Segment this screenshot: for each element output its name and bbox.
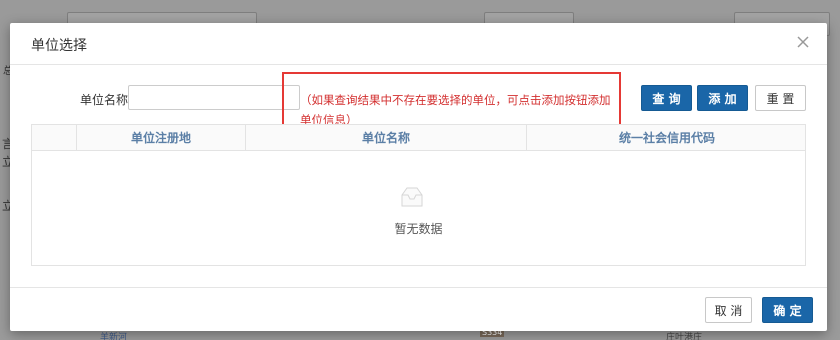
- empty-state-text: 暂无数据: [394, 222, 443, 236]
- unit-name-label: 单位名称: [80, 93, 129, 107]
- reset-button[interactable]: 重 置: [755, 85, 806, 111]
- dialog-title: 单位选择: [31, 38, 87, 54]
- table-header: 单位注册地 单位名称 统一社会信用代码: [32, 125, 805, 151]
- column-header: 统一社会信用代码: [526, 125, 807, 151]
- close-icon[interactable]: [795, 34, 811, 50]
- hint-text: （如果查询结果中不存在要选择的单位，可点击添加按钮添加单位信息）: [300, 93, 611, 127]
- dialog-header: 单位选择: [10, 23, 827, 65]
- cancel-button[interactable]: 取 消: [705, 297, 752, 323]
- column-header: 单位名称: [245, 125, 526, 151]
- add-button[interactable]: 添 加: [697, 85, 748, 111]
- empty-inbox-icon: [401, 187, 423, 207]
- unit-name-input[interactable]: [128, 85, 300, 110]
- dialog-footer: 取 消 确 定: [10, 287, 827, 331]
- hint-highlight-box: （如果查询结果中不存在要选择的单位，可点击添加按钮添加单位信息）: [282, 72, 621, 127]
- map-label: 庄叶港庄: [666, 333, 703, 340]
- map-label: 羊新河: [100, 333, 128, 340]
- query-button[interactable]: 查 询: [641, 85, 692, 111]
- column-header: 单位注册地: [76, 125, 245, 151]
- unit-select-dialog: 单位选择 单位名称 （如果查询结果中不存在要选择的单位，可点击添加按钮添加单位信…: [10, 23, 827, 331]
- confirm-button[interactable]: 确 定: [762, 297, 813, 323]
- checkbox-column-header: [32, 125, 76, 151]
- unit-table: 单位注册地 单位名称 统一社会信用代码 暂无数据: [31, 124, 806, 266]
